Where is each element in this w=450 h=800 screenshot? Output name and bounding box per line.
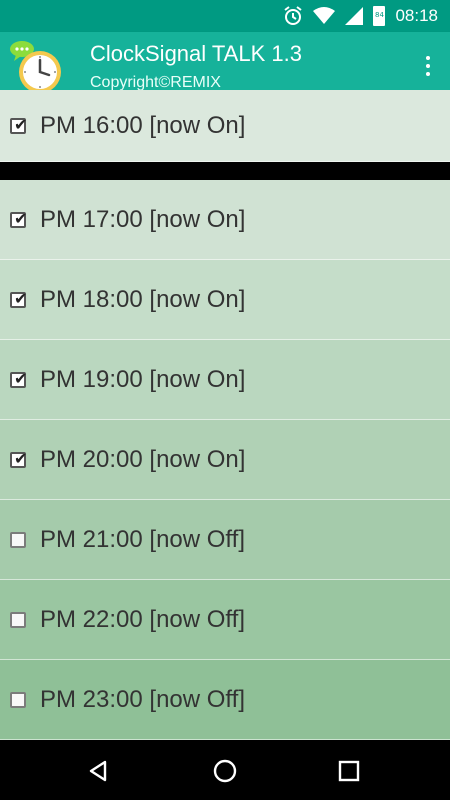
checkbox-checked[interactable]: ✔ <box>10 114 28 134</box>
list-item-label: PM 19:00 [now On] <box>40 365 246 393</box>
overflow-menu-icon[interactable] <box>420 50 436 82</box>
list-item-label: PM 16:00 [now On] <box>40 111 246 139</box>
wifi-icon <box>313 7 336 24</box>
list-item-label: PM 20:00 [now On] <box>40 445 246 473</box>
list-item-label: PM 18:00 [now On] <box>40 285 246 313</box>
list-item[interactable]: ✔ PM 16:00 [now On] <box>0 90 450 162</box>
status-icons: 84 08:18 <box>283 0 438 32</box>
list-item[interactable]: PM 21:00 [now Off] <box>0 500 450 580</box>
checkbox-checked[interactable]: ✔ <box>10 448 28 468</box>
list-item-label: PM 23:00 [now Off] <box>40 685 245 713</box>
checkbox-checked[interactable]: ✔ <box>10 368 28 388</box>
checkbox-checked[interactable]: ✔ <box>10 288 28 308</box>
checkmark-icon: ✔ <box>14 114 28 134</box>
list-item-label: PM 22:00 [now Off] <box>40 605 245 633</box>
home-icon[interactable] <box>210 756 240 786</box>
checkbox-checked[interactable]: ✔ <box>10 208 28 228</box>
checkbox-unchecked[interactable] <box>10 691 26 708</box>
list-item[interactable]: ✔ PM 18:00 [now On] <box>0 260 450 340</box>
app-title: ClockSignal TALK 1.3 <box>90 41 302 66</box>
time-signal-list: ✔ PM 16:00 [now On] ✔ PM 17:00 [now On] ✔ PM … <box>0 90 450 740</box>
back-icon[interactable] <box>84 756 114 786</box>
clock-speech-logo <box>10 41 61 93</box>
checkbox-unchecked[interactable] <box>10 611 26 628</box>
checkmark-icon: ✔ <box>14 208 28 228</box>
list-item[interactable]: PM 23:00 [now Off] <box>0 660 450 740</box>
checkmark-icon: ✔ <box>14 288 28 308</box>
list-item-label: PM 21:00 [now Off] <box>40 525 245 553</box>
checkbox-unchecked[interactable] <box>10 531 26 548</box>
battery-level: 84 <box>374 11 384 19</box>
status-time: 08:18 <box>395 6 438 25</box>
checkmark-icon: ✔ <box>14 368 28 388</box>
list-item-label: PM 17:00 [now On] <box>40 205 246 233</box>
checkmark-icon: ✔ <box>14 448 28 468</box>
status-bar: 84 08:18 <box>0 0 450 32</box>
navigation-bar <box>0 740 450 800</box>
alarm-icon <box>284 6 303 25</box>
list-item[interactable]: ✔ PM 17:00 [now On] <box>0 180 450 260</box>
recents-icon[interactable] <box>334 756 364 786</box>
signal-icon <box>345 7 364 25</box>
list-item[interactable]: ✔ PM 20:00 [now On] <box>0 420 450 500</box>
list-item[interactable]: ✔ PM 19:00 [now On] <box>0 340 450 420</box>
list-item[interactable]: PM 22:00 [now Off] <box>0 580 450 660</box>
battery-icon: 84 <box>373 6 386 26</box>
